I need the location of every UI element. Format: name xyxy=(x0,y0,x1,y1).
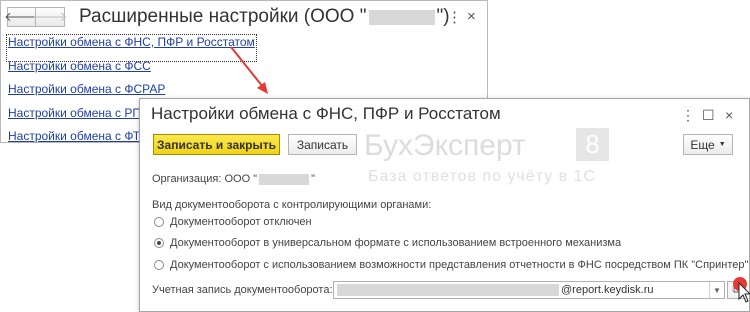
save-and-close-button[interactable]: Записать и закрыть xyxy=(153,134,280,155)
mouse-cursor-icon xyxy=(733,277,750,303)
watermark-number: 8 xyxy=(576,128,609,161)
redacted-organization xyxy=(259,173,310,185)
radio-button-selected[interactable] xyxy=(154,238,164,248)
maximize-icon[interactable]: ☐ xyxy=(702,107,715,124)
account-value: @report.keydisk.ru xyxy=(561,284,654,296)
organization-row: Организация: ООО " " xyxy=(152,173,315,185)
account-field[interactable]: @report.keydisk.ru ▼ xyxy=(333,281,725,299)
option-label: Документооборот с использованием возможн… xyxy=(170,259,749,271)
dialog-title: Настройки обмена с ФНС, ПФР и Росстатом xyxy=(151,104,501,123)
organization-suffix: " xyxy=(311,173,315,185)
save-button[interactable]: Записать xyxy=(288,134,357,155)
watermark-brand: БухЭксперт xyxy=(364,129,526,162)
option-universal[interactable]: Документооборот в универсальном формате … xyxy=(154,237,621,249)
radio-button[interactable] xyxy=(154,260,164,270)
radio-button[interactable] xyxy=(154,217,164,227)
more-button[interactable]: Еще ▼ xyxy=(683,134,733,155)
chevron-down-icon: ▼ xyxy=(718,141,726,148)
dropdown-icon[interactable]: ▼ xyxy=(709,282,724,298)
account-label: Учетная запись документооборота: xyxy=(152,284,333,296)
exchange-settings-dialog: Настройки обмена с ФНС, ПФР и Росстатом … xyxy=(139,98,750,312)
option-label: Документооборот отключен xyxy=(170,216,312,228)
option-sprinter[interactable]: Документооборот с использованием возможн… xyxy=(154,259,748,271)
watermark-subtitle: База ответов по учёту в 1С xyxy=(368,168,597,185)
more-button-label: Еще xyxy=(690,137,715,152)
more-icon[interactable]: ⋮ xyxy=(681,107,695,124)
option-disabled[interactable]: Документооборот отключен xyxy=(154,216,312,228)
docflow-label: Вид документооборота с контролирующими о… xyxy=(152,199,432,211)
close-icon[interactable]: × xyxy=(725,107,733,123)
option-label: Документооборот в универсальном формате … xyxy=(170,237,622,249)
organization-label: Организация: ООО " xyxy=(152,173,258,185)
redacted-account xyxy=(337,284,559,296)
